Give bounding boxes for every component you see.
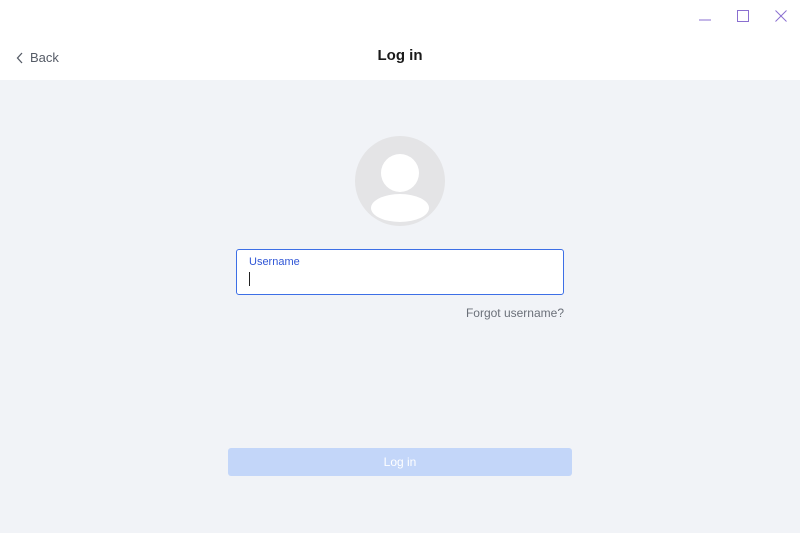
close-button[interactable] bbox=[762, 0, 800, 32]
close-icon bbox=[775, 10, 787, 22]
page-title: Log in bbox=[377, 47, 423, 64]
window-controls bbox=[686, 0, 800, 32]
maximize-icon bbox=[737, 10, 749, 22]
user-avatar-icon bbox=[355, 136, 445, 226]
minimize-button[interactable] bbox=[686, 0, 724, 32]
title-bar: Back Log in bbox=[0, 0, 800, 80]
text-caret bbox=[249, 272, 250, 286]
minimize-icon bbox=[699, 19, 711, 21]
username-input[interactable] bbox=[249, 272, 549, 288]
forgot-username-link[interactable]: Forgot username? bbox=[466, 306, 564, 320]
username-label: Username bbox=[249, 256, 300, 268]
login-button[interactable]: Log in bbox=[228, 448, 572, 476]
maximize-button[interactable] bbox=[724, 0, 762, 32]
username-field[interactable]: Username bbox=[236, 249, 564, 295]
